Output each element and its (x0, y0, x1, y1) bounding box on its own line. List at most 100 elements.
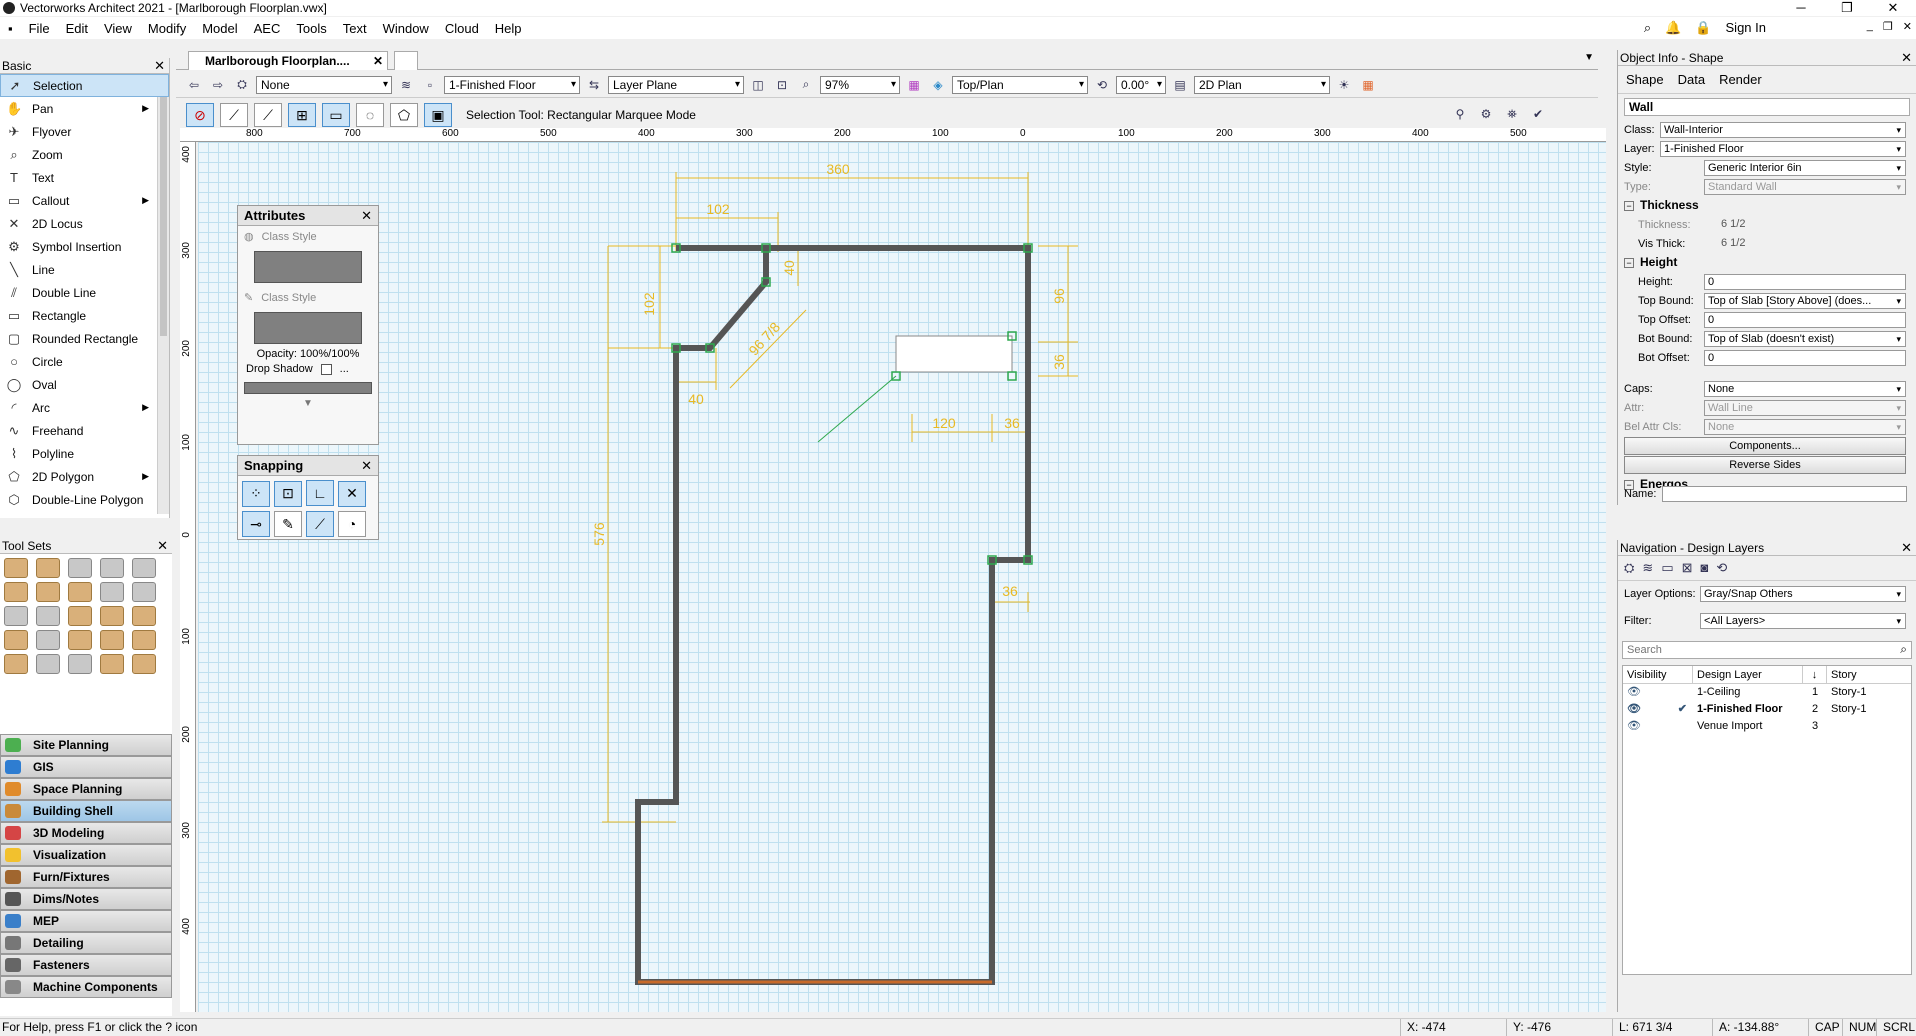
menu-text[interactable]: Text (335, 21, 375, 36)
fill-class-style[interactable]: Class Style (262, 231, 317, 243)
tool-callout[interactable]: ▭ Callout ▶ (0, 189, 169, 212)
tool-line[interactable]: ╲ Line (0, 258, 169, 281)
menu-edit[interactable]: Edit (58, 21, 96, 36)
snap-to-tangent-icon[interactable]: ⟋ (306, 511, 334, 537)
category-building-shell[interactable]: Building Shell (0, 800, 172, 822)
view-dropdown[interactable]: Top/Plan (952, 75, 1088, 94)
layers-icon[interactable]: ≋ (396, 75, 416, 95)
tool-rounded-rectangle[interactable]: ▢ Rounded Rectangle (0, 327, 169, 350)
stair-2-icon[interactable] (36, 630, 60, 650)
roof-icon[interactable] (4, 582, 28, 602)
close-icon[interactable]: ✕ (1870, 0, 1916, 16)
tool-selection[interactable]: ➚ Selection (0, 74, 169, 97)
pillar-2-icon[interactable] (100, 630, 124, 650)
beam-icon[interactable] (36, 606, 60, 626)
roof-face-icon[interactable] (36, 582, 60, 602)
select-mode-button[interactable]: ⊘ (186, 103, 214, 127)
render-icon[interactable]: ▤ (1170, 75, 1190, 95)
layer-dropdown[interactable]: 1-Finished Floor (444, 75, 580, 94)
category-3d-modeling[interactable]: 3D Modeling (0, 822, 172, 844)
tool-circle[interactable]: ○ Circle (0, 350, 169, 373)
close-icon[interactable]: ✕ (1901, 50, 1912, 66)
eye-icon[interactable]: 👁 (1627, 701, 1641, 718)
menu-aec[interactable]: AEC (246, 21, 289, 36)
doc-icon[interactable]: ▪ (0, 21, 21, 36)
menu-cloud[interactable]: Cloud (437, 21, 487, 36)
tab-data[interactable]: Data (1678, 72, 1705, 87)
eye-icon[interactable]: 👁 (1623, 684, 1693, 701)
search-icon[interactable]: ⌕ (1644, 20, 1651, 36)
category-furn-fixtures[interactable]: Furn/Fixtures (0, 866, 172, 888)
category-fasteners[interactable]: Fasteners (0, 954, 172, 976)
nav-references-icon[interactable]: ⟲ (1716, 560, 1727, 576)
polygon-marquee-button[interactable]: ⬠ (390, 103, 418, 127)
grid-icon[interactable] (132, 606, 156, 626)
round-wall-icon[interactable] (36, 558, 60, 578)
close-icon[interactable]: ✕ (154, 58, 165, 74)
tab-shape[interactable]: Shape (1626, 72, 1664, 87)
bot-bound-select[interactable]: Top of Slab (doesn't exist) (1704, 330, 1906, 347)
tool-oval[interactable]: ◯ Oval (0, 373, 169, 396)
column-icon[interactable] (100, 582, 124, 602)
tool-text[interactable]: T Text (0, 166, 169, 189)
wall-tool-icon[interactable] (4, 558, 28, 578)
pillar-icon[interactable] (68, 630, 92, 650)
snap-to-object-icon[interactable]: ⊡ (274, 480, 302, 507)
window-icon[interactable] (100, 558, 124, 578)
menu-window[interactable]: Window (375, 21, 437, 36)
snap-to-grid-icon[interactable]: ⁘ (242, 480, 270, 507)
framing-icon[interactable] (68, 606, 92, 626)
view-orientation-icon[interactable]: ◈ (928, 75, 948, 95)
menu-file[interactable]: File (21, 21, 58, 36)
height-field[interactable]: 0 (1704, 273, 1906, 290)
tab-render[interactable]: Render (1719, 72, 1762, 87)
drawing-canvas[interactable]: 360 102 102 40 96 7/8 40 96 36 120 36 57… (198, 142, 1606, 1012)
menu-model[interactable]: Model (194, 21, 245, 36)
nav-views-icon[interactable]: ◙ (1701, 560, 1709, 576)
document-tab[interactable]: Marlborough Floorplan.... ✕ (188, 51, 388, 70)
color-palette-icon[interactable]: ▦ (1358, 75, 1378, 95)
snap-to-intersection-icon[interactable]: ✎ (274, 511, 302, 537)
tool-rectangle[interactable]: ▭ Rectangle (0, 304, 169, 327)
rotation-field[interactable]: 0.00° (1116, 75, 1166, 94)
col-sort[interactable]: ↓ (1803, 666, 1827, 683)
preferences-gear-icon[interactable]: ⚙ (1476, 104, 1496, 124)
object-box[interactable] (895, 335, 1013, 373)
doc-minimize-icon[interactable]: _ (1867, 20, 1873, 33)
close-icon[interactable]: ✕ (361, 456, 372, 476)
col-design-layer[interactable]: Design Layer (1693, 666, 1803, 683)
top-offset-field[interactable]: 0 (1704, 311, 1906, 328)
opacity-label[interactable]: Opacity: 100%/100% (238, 348, 378, 360)
nav-layers-icon[interactable]: ≋ (1642, 560, 1653, 576)
menu-help[interactable]: Help (487, 21, 530, 36)
nav-sheets-icon[interactable]: ▭ (1661, 560, 1673, 576)
bot-offset-field[interactable]: 0 (1704, 349, 1906, 366)
render-dropdown[interactable]: 2D Plan (1194, 75, 1330, 94)
post-icon[interactable] (4, 630, 28, 650)
layer-options-select[interactable]: Gray/Snap Others (1700, 586, 1906, 602)
style-select[interactable]: Generic Interior 6in (1704, 159, 1906, 176)
pen-icon[interactable]: ✎ (244, 291, 253, 304)
tool-pan[interactable]: ✋ Pan ▶ (0, 97, 169, 120)
reverse-sides-button[interactable]: Reverse Sides (1624, 456, 1906, 474)
fill-swatch[interactable] (254, 251, 362, 283)
tool-double-line-polygon[interactable]: ⬡ Double-Line Polygon (0, 488, 169, 511)
lighting-icon[interactable]: ☀ (1334, 75, 1354, 95)
stair-icon[interactable] (68, 582, 92, 602)
tool-freehand[interactable]: ∿ Freehand (0, 419, 169, 442)
category-site-planning[interactable]: Site Planning (0, 734, 172, 756)
close-tab-icon[interactable]: ✕ (373, 52, 383, 70)
restore-icon[interactable]: ❐ (1824, 0, 1870, 16)
door-icon[interactable] (132, 558, 156, 578)
curved-icon[interactable] (132, 630, 156, 650)
pen-class-style[interactable]: Class Style (261, 292, 316, 304)
zoom-dropdown[interactable]: 97% (820, 75, 900, 94)
category-detailing[interactable]: Detailing (0, 932, 172, 954)
drop-shadow-more[interactable]: ... (340, 363, 349, 375)
pen-swatch[interactable] (254, 312, 362, 344)
category-machine-components[interactable]: Machine Components (0, 976, 172, 998)
class-dropdown[interactable]: None (256, 75, 392, 94)
fill-icon[interactable]: ◍ (244, 230, 254, 243)
close-icon[interactable]: ✕ (1901, 540, 1912, 556)
class-icon[interactable]: ⛭ (232, 75, 252, 95)
